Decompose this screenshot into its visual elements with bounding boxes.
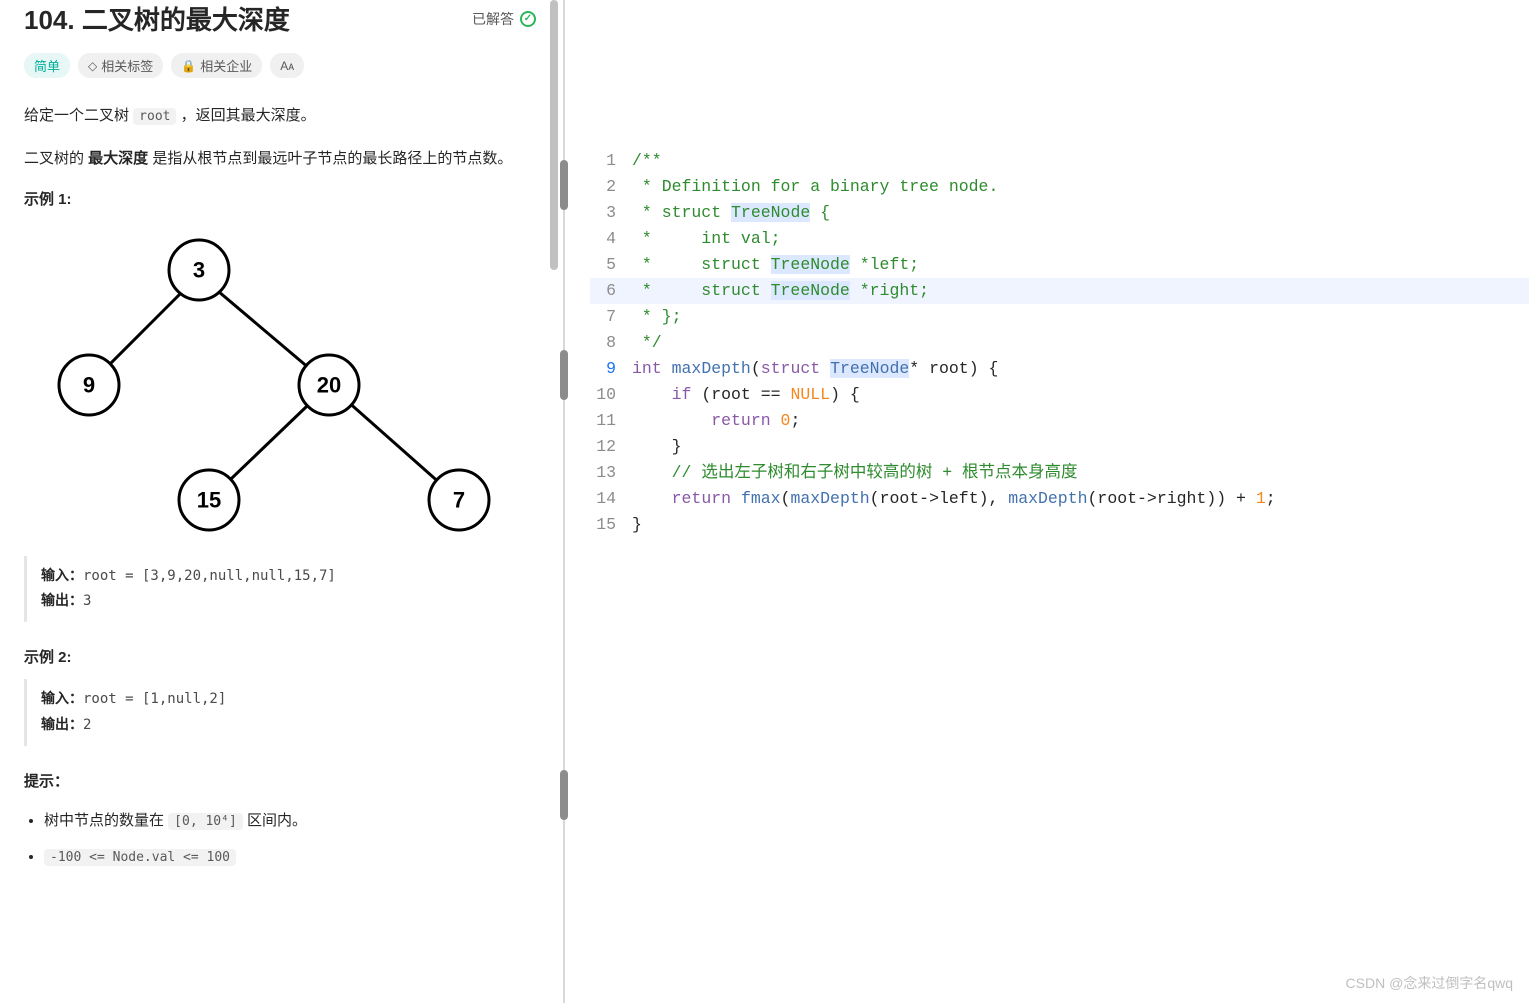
- tree-diagram: 3 9 20 15 7: [24, 225, 536, 540]
- code-editor[interactable]: 1/**2 * Definition for a binary tree nod…: [590, 148, 1529, 538]
- line-number: 9: [590, 356, 632, 382]
- code-content[interactable]: * int val;: [632, 226, 1529, 252]
- line-number: 14: [590, 486, 632, 512]
- tree-node-value: 20: [317, 373, 341, 398]
- line-number: 13: [590, 460, 632, 486]
- check-circle-icon: [520, 11, 536, 27]
- code-line[interactable]: 9int maxDepth(struct TreeNode* root) {: [590, 356, 1529, 382]
- code-content[interactable]: * struct TreeNode *right;: [632, 278, 1529, 304]
- scrollbar-thumb[interactable]: [550, 0, 558, 270]
- line-number: 12: [590, 434, 632, 460]
- line-number: 2: [590, 174, 632, 200]
- code-content[interactable]: */: [632, 330, 1529, 356]
- description-line-2: 二叉树的 最大深度 是指从根节点到最远叶子节点的最长路径上的节点数。: [24, 145, 536, 172]
- problem-title: 104. 二叉树的最大深度: [24, 0, 290, 37]
- solved-status: 已解答: [472, 9, 536, 29]
- code-line[interactable]: 8 */: [590, 330, 1529, 356]
- hint-item: -100 <= Node.val <= 100: [44, 839, 536, 875]
- related-tags-button[interactable]: ◇ 相关标签: [78, 53, 163, 78]
- line-number: 5: [590, 252, 632, 278]
- code-content[interactable]: }: [632, 434, 1529, 460]
- hints-label: 提示：: [24, 770, 536, 791]
- tag-icon: ◇: [88, 59, 97, 73]
- example-2-label: 示例 2:: [24, 646, 536, 667]
- code-editor-panel: 1/**2 * Definition for a binary tree nod…: [560, 0, 1529, 1003]
- tree-node-value: 3: [193, 258, 205, 283]
- code-line[interactable]: 3 * struct TreeNode {: [590, 200, 1529, 226]
- code-line[interactable]: 15}: [590, 512, 1529, 538]
- code-content[interactable]: * struct TreeNode *left;: [632, 252, 1529, 278]
- code-content[interactable]: }: [632, 512, 1529, 538]
- tree-node-value: 9: [83, 373, 95, 398]
- code-line[interactable]: 4 * int val;: [590, 226, 1529, 252]
- font-icon: Aᴀ: [280, 59, 294, 73]
- code-line[interactable]: 1/**: [590, 148, 1529, 174]
- code-content[interactable]: * Definition for a binary tree node.: [632, 174, 1529, 200]
- line-number: 10: [590, 382, 632, 408]
- code-line[interactable]: 12 }: [590, 434, 1529, 460]
- example-1-label: 示例 1:: [24, 188, 536, 209]
- line-number: 15: [590, 512, 632, 538]
- difficulty-tag[interactable]: 简单: [24, 53, 70, 78]
- divider-handle-icon[interactable]: [560, 770, 568, 820]
- code-line[interactable]: 5 * struct TreeNode *left;: [590, 252, 1529, 278]
- lock-icon: 🔒: [181, 59, 196, 73]
- hints-list: 树中节点的数量在 [0, 10⁴] 区间内。 -100 <= Node.val …: [24, 803, 536, 875]
- solved-label: 已解答: [472, 9, 514, 29]
- line-number: 4: [590, 226, 632, 252]
- code-content[interactable]: return 0;: [632, 408, 1529, 434]
- code-line[interactable]: 14 return fmax(maxDepth(root->left), max…: [590, 486, 1529, 512]
- tags-row: 简单 ◇ 相关标签 🔒 相关企业 Aᴀ: [24, 53, 536, 78]
- problem-description-panel: 104. 二叉树的最大深度 已解答 简单 ◇ 相关标签 🔒 相关企业 Aᴀ 给定…: [0, 0, 560, 1003]
- tree-node-value: 7: [453, 488, 465, 513]
- code-content[interactable]: * };: [632, 304, 1529, 330]
- line-number: 3: [590, 200, 632, 226]
- code-content[interactable]: if (root == NULL) {: [632, 382, 1529, 408]
- line-number: 8: [590, 330, 632, 356]
- inline-code: root: [133, 108, 176, 125]
- divider-handle-icon[interactable]: [560, 160, 568, 210]
- line-number: 7: [590, 304, 632, 330]
- hint-item: 树中节点的数量在 [0, 10⁴] 区间内。: [44, 803, 536, 839]
- code-line[interactable]: 10 if (root == NULL) {: [590, 382, 1529, 408]
- code-line[interactable]: 13 // 选出左子树和右子树中较高的树 + 根节点本身高度: [590, 460, 1529, 486]
- code-content[interactable]: // 选出左子树和右子树中较高的树 + 根节点本身高度: [632, 460, 1529, 486]
- example-1-box: 输入：root = [3,9,20,null,null,15,7] 输出：3: [24, 556, 536, 622]
- description-line-1: 给定一个二叉树 root ，返回其最大深度。: [24, 102, 536, 129]
- code-content[interactable]: * struct TreeNode {: [632, 200, 1529, 226]
- companies-button[interactable]: 🔒 相关企业: [171, 53, 262, 78]
- line-number: 6: [590, 278, 632, 304]
- divider-handle-icon[interactable]: [560, 350, 568, 400]
- tree-node-value: 15: [197, 488, 221, 513]
- panel-divider[interactable]: [558, 0, 570, 1003]
- example-2-box: 输入：root = [1,null,2] 输出：2: [24, 679, 536, 745]
- line-number: 1: [590, 148, 632, 174]
- font-size-button[interactable]: Aᴀ: [270, 53, 304, 78]
- code-content[interactable]: /**: [632, 148, 1529, 174]
- code-line[interactable]: 7 * };: [590, 304, 1529, 330]
- code-line[interactable]: 11 return 0;: [590, 408, 1529, 434]
- code-line[interactable]: 6 * struct TreeNode *right;: [590, 278, 1529, 304]
- line-number: 11: [590, 408, 632, 434]
- code-line[interactable]: 2 * Definition for a binary tree node.: [590, 174, 1529, 200]
- watermark: CSDN @念来过倒字名qwq: [1346, 973, 1513, 993]
- code-content[interactable]: return fmax(maxDepth(root->left), maxDep…: [632, 486, 1529, 512]
- code-content[interactable]: int maxDepth(struct TreeNode* root) {: [632, 356, 1529, 382]
